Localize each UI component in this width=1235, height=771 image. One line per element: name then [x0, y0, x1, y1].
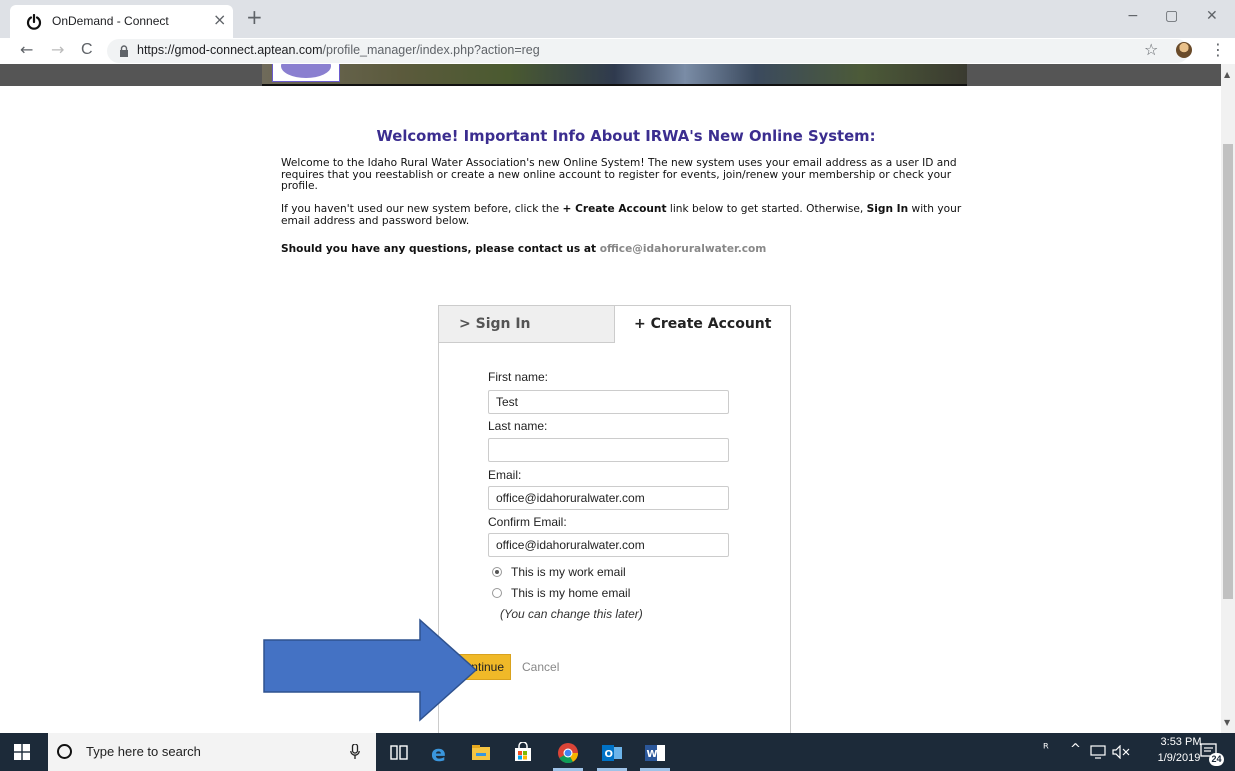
page-scrollbar[interactable]: ▲ ▼: [1221, 64, 1235, 733]
radio-button-checked[interactable]: [492, 567, 502, 577]
network-icon[interactable]: [1090, 745, 1106, 759]
contact-paragraph: Should you have any questions, please co…: [281, 243, 971, 256]
email-label: Email:: [488, 468, 522, 482]
clock-time[interactable]: 3:53 PM: [1156, 736, 1206, 748]
browser-menu-icon[interactable]: ⋮: [1210, 40, 1226, 59]
last-name-field[interactable]: [488, 438, 729, 462]
browser-tab[interactable]: OnDemand - Connect ×: [10, 5, 233, 38]
people-icon[interactable]: ᴿ: [1043, 742, 1049, 757]
instructions-text-1: If you haven't used our new system befor…: [281, 203, 563, 215]
maximize-button[interactable]: ▢: [1165, 8, 1178, 24]
svg-text:e: e: [431, 742, 446, 764]
instructions-create-account: + Create Account: [562, 203, 667, 215]
tab-title: OnDemand - Connect: [52, 14, 169, 28]
word-icon[interactable]: W: [644, 742, 666, 764]
browser-tab-strip: OnDemand - Connect × + − ▢ ✕: [0, 0, 1235, 38]
bookmark-star-icon[interactable]: ☆: [1144, 40, 1158, 59]
show-hidden-icons-chevron-icon[interactable]: ^: [1070, 742, 1081, 757]
edge-browser-icon[interactable]: e: [428, 742, 450, 764]
first-name-field[interactable]: Test: [488, 390, 729, 414]
outlook-icon[interactable]: O: [601, 742, 623, 764]
store-icon[interactable]: [512, 742, 534, 764]
close-window-button[interactable]: ✕: [1206, 8, 1218, 24]
volume-muted-icon[interactable]: [1112, 745, 1130, 759]
microphone-icon[interactable]: [350, 744, 360, 760]
minimize-button[interactable]: −: [1127, 8, 1139, 24]
url-host: https://gmod-connect.aptean.com: [137, 43, 323, 57]
scroll-up-icon[interactable]: ▲: [1224, 70, 1230, 79]
task-view-icon[interactable]: [388, 742, 410, 764]
lock-icon: [120, 45, 128, 57]
reload-button[interactable]: C: [81, 40, 93, 60]
change-later-note: (You can change this later): [500, 607, 643, 621]
contact-text: Should you have any questions, please co…: [281, 243, 600, 255]
blue-arrow-annotation: [263, 618, 478, 722]
header-banner: [0, 64, 1221, 86]
scroll-down-icon[interactable]: ▼: [1224, 718, 1230, 727]
windows-start-icon[interactable]: [14, 744, 30, 760]
banner-image: [262, 64, 967, 86]
chrome-icon[interactable]: [557, 742, 579, 764]
first-name-label: First name:: [488, 370, 549, 384]
power-icon: [26, 14, 42, 30]
instructions-paragraph: If you haven't used our new system befor…: [281, 203, 971, 227]
forward-button[interactable]: →: [51, 40, 64, 60]
tab-create-account[interactable]: + Create Account: [615, 306, 790, 343]
browser-toolbar: ← → C https://gmod-connect.aptean.com/pr…: [0, 38, 1235, 64]
cortana-icon: [57, 744, 72, 759]
radio-home-email[interactable]: This is my home email: [492, 586, 630, 600]
contact-email-link[interactable]: office@idahoruralwater.com: [600, 243, 767, 255]
back-button[interactable]: ←: [20, 40, 33, 60]
radio-work-email[interactable]: This is my work email: [492, 565, 626, 579]
radio-work-label: This is my work email: [511, 565, 626, 579]
instructions-text-2: link below to get started. Otherwise,: [666, 203, 867, 215]
profile-avatar-icon[interactable]: [1176, 42, 1192, 58]
search-placeholder: Type here to search: [86, 744, 201, 759]
tab-sign-in[interactable]: > Sign In: [439, 306, 615, 343]
file-explorer-icon[interactable]: [470, 742, 492, 764]
svg-text:O: O: [605, 749, 614, 760]
taskbar-search-box[interactable]: Type here to search: [48, 733, 376, 771]
clock-date[interactable]: 1/9/2019: [1151, 752, 1207, 764]
radio-button[interactable]: [492, 588, 502, 598]
scroll-thumb[interactable]: [1223, 144, 1233, 599]
new-tab-button[interactable]: +: [246, 6, 263, 28]
page-viewport: Welcome! Important Info About IRWA's New…: [0, 64, 1221, 733]
email-field[interactable]: office@idahoruralwater.com: [488, 486, 729, 510]
confirm-email-label: Confirm Email:: [488, 515, 567, 529]
url-path: /profile_manager/index.php?action=reg: [322, 43, 540, 57]
account-panel: > Sign In + Create Account First name: T…: [438, 305, 791, 733]
irwa-logo: [272, 64, 340, 82]
tab-close-icon[interactable]: ×: [213, 12, 226, 28]
radio-home-label: This is my home email: [511, 586, 631, 600]
svg-text:W: W: [647, 749, 658, 760]
windows-taskbar: Type here to search e O W ᴿ ^ 3:53 PM 1/…: [0, 733, 1235, 771]
url-text: https://gmod-connect.aptean.com/profile_…: [137, 43, 540, 57]
notification-count-badge: 24: [1209, 753, 1224, 766]
address-bar[interactable]: https://gmod-connect.aptean.com/profile_…: [107, 39, 1189, 63]
intro-paragraph: Welcome to the Idaho Rural Water Associa…: [281, 157, 957, 192]
cancel-link[interactable]: Cancel: [522, 660, 559, 674]
page-title: Welcome! Important Info About IRWA's New…: [376, 128, 876, 145]
last-name-label: Last name:: [488, 419, 548, 433]
instructions-sign-in: Sign In: [866, 203, 909, 215]
confirm-email-field[interactable]: office@idahoruralwater.com: [488, 533, 729, 557]
